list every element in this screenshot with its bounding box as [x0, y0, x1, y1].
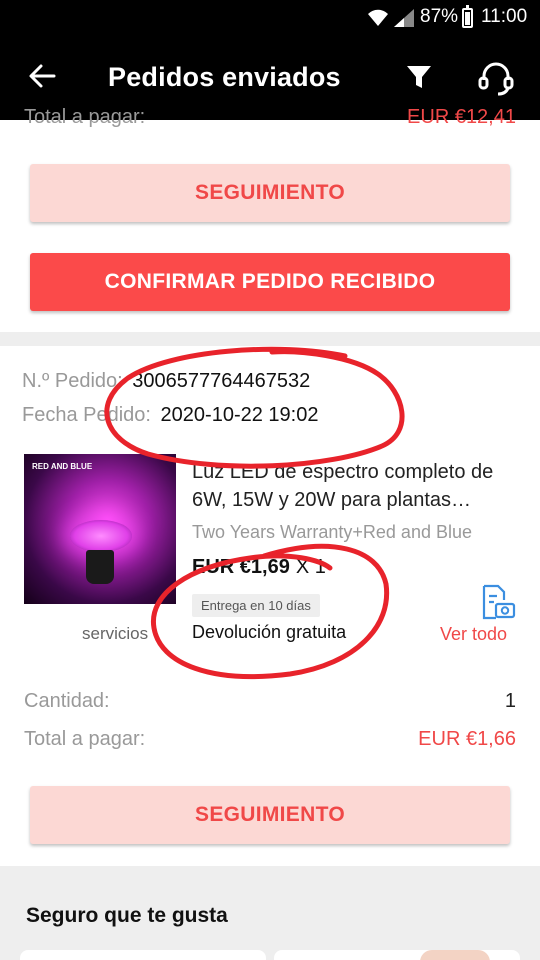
battery-icon [462, 5, 473, 28]
quantity-value: 1 [504, 690, 516, 712]
order-date-label: Fecha Pedido: [22, 404, 151, 426]
quantity-row: Cantidad: 1 [24, 690, 516, 713]
order-number-label: N.º Pedido: [22, 370, 123, 392]
document-camera-icon[interactable] [480, 584, 516, 620]
back-arrow-icon[interactable] [26, 60, 58, 92]
signal-icon [394, 9, 414, 27]
recommendation-card[interactable] [274, 950, 520, 960]
tracking-button-order[interactable]: SEGUIMIENTO [30, 786, 510, 844]
bulb-base-graphic [86, 550, 114, 584]
product-title[interactable]: Luz LED de espectro completo de 6W, 15W … [192, 458, 518, 514]
product-quantity: X 1 [295, 556, 326, 578]
total-value: EUR €1,66 [418, 728, 516, 750]
quantity-label: Cantidad: [24, 690, 110, 712]
product-image[interactable]: RED AND BLUE [24, 454, 176, 604]
previous-total-label: Total a pagar: [24, 106, 146, 128]
product-image-caption: RED AND BLUE [32, 462, 93, 471]
order-number-value: 3006577764467532 [132, 370, 311, 392]
wifi-icon [368, 9, 388, 26]
customer-service-icon[interactable] [476, 58, 516, 98]
page-title: Pedidos enviados [108, 62, 341, 92]
previous-total-value: EUR €12,41 [407, 106, 516, 128]
clock: 11:00 [481, 6, 528, 27]
recommendation-card[interactable] [20, 950, 266, 960]
total-row: Total a pagar: EUR €1,66 [24, 728, 516, 751]
services-label: servicios [82, 624, 149, 643]
order-number-row: N.º Pedido: 3006577764467532 [22, 370, 310, 393]
product-variant: Two Years Warranty+Red and Blue [192, 522, 472, 542]
previous-order-card: Total a pagar: EUR €12,41 SEGUIMIENTO CO… [0, 106, 540, 332]
bulb-graphic [70, 520, 132, 552]
free-return-label: Devolución gratuita [192, 622, 347, 642]
status-bar: 87% 11:00 [0, 0, 540, 36]
delivery-badge: Entrega en 10 días [192, 594, 320, 617]
confirm-received-button[interactable]: CONFIRMAR PEDIDO RECIBIDO [30, 253, 510, 311]
previous-total-row: Total a pagar: EUR €12,41 [24, 106, 516, 130]
order-date-row: Fecha Pedido: 2020-10-22 19:02 [22, 404, 318, 427]
order-card: N.º Pedido: 3006577764467532 Fecha Pedid… [0, 346, 540, 866]
product-price-row: EUR €1,69 X 1 [192, 556, 326, 579]
product-price: EUR €1,69 [192, 556, 290, 578]
total-label: Total a pagar: [24, 728, 146, 750]
recommendations-title: Seguro que te gusta [26, 904, 228, 927]
filter-icon[interactable] [404, 62, 434, 92]
order-date-value: 2020-10-22 19:02 [160, 404, 319, 426]
tracking-button[interactable]: SEGUIMIENTO [30, 164, 510, 222]
battery-percentage: 87% [420, 6, 459, 27]
see-all-link[interactable]: Ver todo [440, 624, 507, 645]
